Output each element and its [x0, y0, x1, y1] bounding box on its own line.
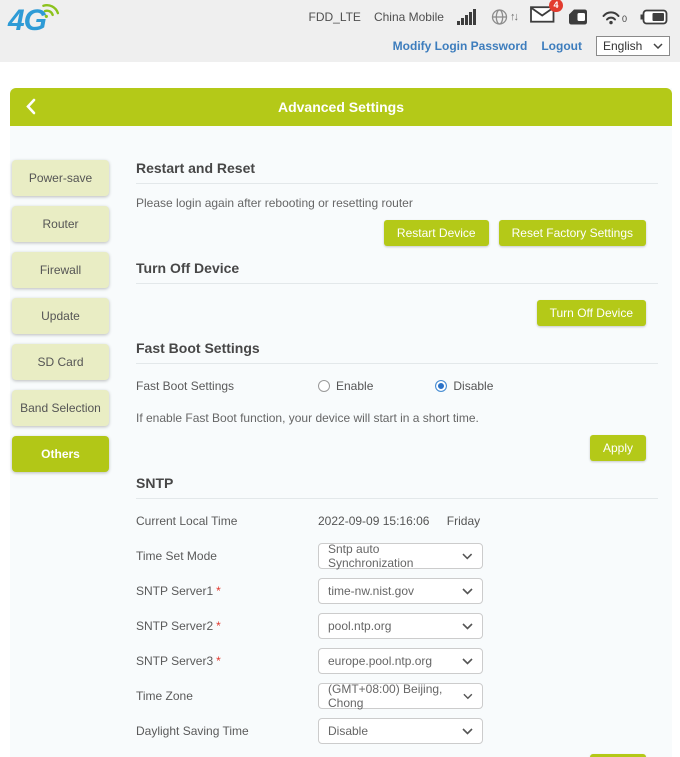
time-zone-label: Time Zone [136, 689, 318, 703]
current-time-text: 2022-09-09 15:16:06 [318, 514, 429, 528]
required-asterisk: * [216, 619, 221, 633]
sidebar-item-firewall[interactable]: Firewall [12, 252, 109, 288]
enable-radio-label: Enable [336, 379, 373, 393]
logo-4g-text: 4G [8, 4, 46, 38]
restart-reset-heading: Restart and Reset [136, 160, 658, 184]
status-indicators: FDD_LTE China Mobile ↑↓ [308, 6, 668, 28]
fast-boot-row: Fast Boot Settings Enable Disable [136, 373, 658, 399]
sntp-server3-value: europe.pool.ntp.org [328, 654, 432, 668]
account-links: Modify Login Password Logout English [393, 36, 670, 56]
turn-off-device-heading: Turn Off Device [136, 260, 658, 284]
daylight-saving-select[interactable]: Disable [318, 718, 483, 744]
current-local-time-row: Current Local Time 2022-09-09 15:16:06 F… [136, 508, 658, 534]
logout-link[interactable]: Logout [541, 39, 582, 53]
chevron-down-icon [462, 553, 473, 560]
fast-boot-apply-button[interactable]: Apply [590, 435, 646, 461]
back-button[interactable] [26, 98, 36, 115]
chevron-left-icon [26, 98, 36, 115]
time-zone-select[interactable]: (GMT+08:00) Beijing, Chong [318, 683, 483, 709]
chevron-down-icon [462, 658, 473, 665]
logo: 4G [8, 4, 62, 38]
sidebar-item-others[interactable]: Others [12, 436, 109, 472]
chevron-down-icon [462, 623, 473, 630]
up-down-arrows-icon: ↑↓ [510, 11, 517, 23]
unread-messages-badge: 4 [549, 0, 563, 12]
wifi-icon: 0 [601, 9, 627, 25]
messages-icon: 4 [530, 6, 555, 28]
sntp-server3-select[interactable]: europe.pool.ntp.org [318, 648, 483, 674]
top-status-bar: 4G FDD_LTE China Mobile [0, 0, 680, 62]
fast-boot-radio-group: Enable Disable [318, 379, 555, 393]
restart-note: Please login again after rebooting or re… [136, 196, 658, 210]
sidebar-item-update[interactable]: Update [12, 298, 109, 334]
page-title-bar: Advanced Settings [10, 88, 672, 126]
daylight-saving-value: Disable [328, 724, 368, 738]
reset-factory-settings-button[interactable]: Reset Factory Settings [499, 220, 646, 246]
network-type-label: FDD_LTE [308, 10, 360, 24]
sntp-server2-label: SNTP Server2* [136, 619, 318, 633]
sidebar-item-router[interactable]: Router [12, 206, 109, 242]
chevron-down-icon [653, 43, 663, 49]
enable-radio-icon[interactable] [318, 380, 330, 392]
sntp-server2-value: pool.ntp.org [328, 619, 391, 633]
chevron-down-icon [462, 728, 473, 735]
language-value: English [603, 39, 642, 53]
signal-strength-icon [457, 8, 478, 26]
sntp-server3-label: SNTP Server3* [136, 654, 318, 668]
time-zone-value: (GMT+08:00) Beijing, Chong [328, 682, 463, 710]
fast-boot-label: Fast Boot Settings [136, 379, 318, 393]
sntp-server3-row: SNTP Server3* europe.pool.ntp.org [136, 648, 658, 674]
sidebar-item-power-save[interactable]: Power-save [12, 160, 109, 196]
modify-login-password-link[interactable]: Modify Login Password [393, 39, 528, 53]
current-local-time-value: 2022-09-09 15:16:06 Friday [318, 514, 480, 528]
chevron-down-icon [463, 693, 473, 700]
logo-wifi-waves-icon [42, 2, 62, 20]
sntp-server1-value: time-nw.nist.gov [328, 584, 414, 598]
daylight-saving-row: Daylight Saving Time Disable [136, 718, 658, 744]
sntp-heading: SNTP [136, 475, 658, 499]
disable-radio-icon[interactable] [435, 380, 447, 392]
sidebar-item-sd-card[interactable]: SD Card [12, 344, 109, 380]
time-set-mode-label: Time Set Mode [136, 549, 318, 563]
sntp-server1-row: SNTP Server1* time-nw.nist.gov [136, 578, 658, 604]
sntp-server2-row: SNTP Server2* pool.ntp.org [136, 613, 658, 639]
settings-main-panel: Restart and Reset Please login again aft… [128, 160, 672, 757]
time-set-mode-row: Time Set Mode Sntp auto Synchronization [136, 543, 658, 569]
data-traffic-icon: ↑↓ [491, 8, 517, 26]
enable-radio-option[interactable]: Enable [318, 379, 373, 393]
sidebar-item-band-selection[interactable]: Band Selection [12, 390, 109, 426]
disable-radio-label: Disable [453, 379, 493, 393]
fast-boot-note: If enable Fast Boot function, your devic… [136, 411, 658, 425]
battery-icon [640, 8, 668, 26]
advanced-settings-card: Advanced Settings Power-save Router Fire… [10, 88, 672, 757]
turn-off-device-button[interactable]: Turn Off Device [537, 300, 646, 326]
sntp-server2-select[interactable]: pool.ntp.org [318, 613, 483, 639]
required-asterisk: * [216, 584, 221, 598]
time-set-mode-select[interactable]: Sntp auto Synchronization [318, 543, 483, 569]
wifi-users-count: 0 [622, 14, 627, 24]
time-set-mode-value: Sntp auto Synchronization [328, 542, 462, 570]
daylight-saving-label: Daylight Saving Time [136, 724, 318, 738]
current-local-time-label: Current Local Time [136, 514, 318, 528]
time-zone-row: Time Zone (GMT+08:00) Beijing, Chong [136, 683, 658, 709]
sntp-server1-select[interactable]: time-nw.nist.gov [318, 578, 483, 604]
settings-sidebar: Power-save Router Firewall Update SD Car… [10, 160, 128, 757]
chevron-down-icon [462, 588, 473, 595]
restart-device-button[interactable]: Restart Device [384, 220, 489, 246]
sntp-server1-label: SNTP Server1* [136, 584, 318, 598]
required-asterisk: * [216, 654, 221, 668]
page-title: Advanced Settings [278, 99, 404, 115]
operator-label: China Mobile [374, 10, 444, 24]
sim-card-icon [568, 9, 588, 25]
language-select[interactable]: English [596, 36, 670, 56]
fast-boot-heading: Fast Boot Settings [136, 340, 658, 364]
disable-radio-option[interactable]: Disable [435, 379, 493, 393]
current-day-text: Friday [447, 514, 480, 528]
